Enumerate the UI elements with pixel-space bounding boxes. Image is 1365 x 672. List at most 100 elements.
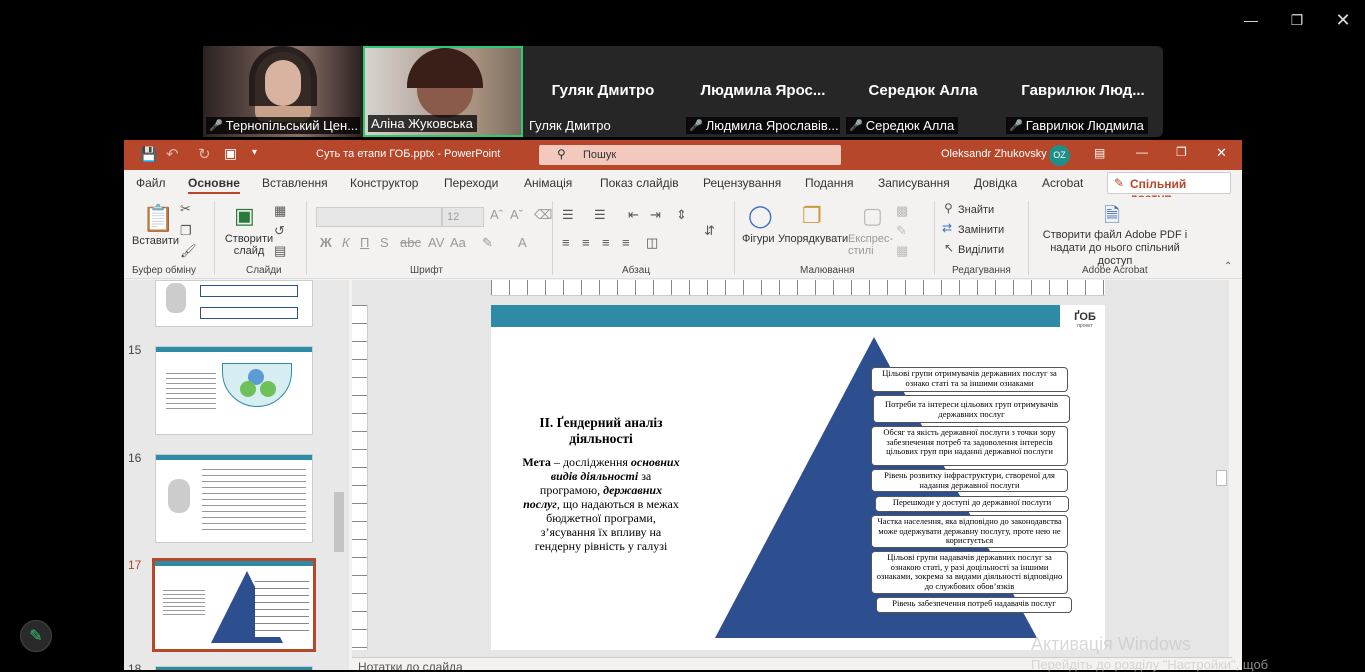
arrange-icon[interactable]: ❐ <box>802 203 822 229</box>
layout-icon[interactable]: ▦ <box>274 203 286 219</box>
outdent-icon[interactable]: ⇥ <box>650 207 661 223</box>
participant-tile[interactable]: Гуляк Дмитро Гуляк Дмитро <box>523 46 683 137</box>
tab-review[interactable]: Рецензування <box>703 176 781 190</box>
clear-format-icon[interactable]: ⌫ <box>534 207 552 223</box>
slide-thumbnail[interactable] <box>155 280 313 327</box>
ribbon-display-icon[interactable]: ▤ <box>1094 146 1105 160</box>
annotate-button[interactable]: ✎ <box>20 620 52 652</box>
tab-view[interactable]: Подання <box>805 176 853 190</box>
participant-tile[interactable]: Гаврилюк Люд... 🎤 Гаврилюк Людмила <box>1003 46 1163 137</box>
slide-thumbnail[interactable] <box>155 666 313 670</box>
case-icon[interactable]: Aa <box>450 235 466 250</box>
paste-button-label[interactable]: Вставити <box>132 235 179 247</box>
tab-design[interactable]: Конструктор <box>350 176 418 190</box>
new-slide-button-label[interactable]: Створити слайд <box>224 233 274 257</box>
close-button[interactable]: ✕ <box>1320 0 1365 40</box>
align-center-icon[interactable]: ≡ <box>582 235 590 250</box>
participant-tile[interactable]: Людмила Ярос... 🎤 Людмила Ярославів... <box>683 46 843 137</box>
collapse-ribbon-icon[interactable]: ⌃ <box>1224 261 1232 272</box>
tab-file[interactable]: Файл <box>136 176 166 190</box>
participant-tile-active[interactable]: Аліна Жуковська <box>363 46 523 137</box>
select-icon[interactable]: ↖ <box>944 241 954 255</box>
pyramid-level: Цільові групи отримувачів державних посл… <box>871 367 1068 392</box>
shape-effects-icon[interactable]: ▦ <box>896 243 908 259</box>
section-icon[interactable]: ▤ <box>274 243 286 259</box>
minimize-icon[interactable]: — <box>1136 145 1148 159</box>
align-right-icon[interactable]: ≡ <box>602 235 610 250</box>
italic-icon[interactable]: К <box>342 235 350 250</box>
participant-tile[interactable]: Середюк Алла 🎤 Середюк Алла <box>843 46 1003 137</box>
slide-thumbnail[interactable] <box>155 454 313 543</box>
tab-transitions[interactable]: Переходи <box>444 176 498 190</box>
quick-styles-icon[interactable]: ▢ <box>862 203 883 229</box>
scroll-thumb[interactable] <box>334 492 344 552</box>
cut-icon[interactable]: ✂ <box>180 201 191 217</box>
shadow-icon[interactable]: S <box>380 235 389 250</box>
columns-icon[interactable]: ◫ <box>646 235 658 251</box>
restore-icon[interactable]: ❐ <box>1176 145 1187 159</box>
tab-record[interactable]: Записування <box>878 176 950 190</box>
tab-help[interactable]: Довідка <box>974 176 1017 190</box>
tab-home[interactable]: Основне <box>188 176 240 194</box>
thumbs-scrollbar[interactable] <box>332 280 346 664</box>
minimize-button[interactable]: — <box>1228 0 1274 40</box>
new-slide-icon[interactable]: ▣ <box>234 203 255 229</box>
spacing-icon[interactable]: AV <box>428 235 444 250</box>
create-pdf-button[interactable]: Створити файл Adobe PDF і надати до ньог… <box>1034 229 1196 268</box>
divider <box>552 201 553 275</box>
bullets-icon[interactable]: ☰ <box>562 207 574 223</box>
shapes-icon[interactable]: ◯ <box>748 203 773 229</box>
paste-icon[interactable]: 📋 <box>142 203 174 234</box>
tab-animations[interactable]: Анімація <box>524 176 572 190</box>
grow-font-icon[interactable]: Aˆ <box>490 207 503 222</box>
format-painter-icon[interactable]: 🖌 <box>180 243 197 259</box>
scroll-thumb[interactable] <box>1216 470 1227 486</box>
redo-icon[interactable]: ↻ <box>198 145 211 163</box>
bold-icon[interactable]: Ж <box>320 235 332 250</box>
copy-icon[interactable]: ❐ <box>180 223 192 239</box>
underline-icon[interactable]: П <box>360 235 369 250</box>
numbering-icon[interactable]: ☰ <box>594 207 606 223</box>
maximize-button[interactable]: ❐ <box>1274 0 1320 40</box>
text-direction-icon[interactable]: ⇵ <box>704 223 715 239</box>
highlight-icon[interactable]: ✎ <box>482 235 493 251</box>
present-icon[interactable]: ▣ <box>224 145 237 162</box>
slide-thumbnail[interactable] <box>155 346 313 435</box>
replace-icon[interactable]: ⇄ <box>942 221 952 235</box>
reset-icon[interactable]: ↺ <box>274 223 285 239</box>
font-size-select[interactable]: 12 <box>442 207 484 227</box>
justify-icon[interactable]: ≡ <box>622 235 630 250</box>
undo-icon[interactable]: ↶ <box>166 145 179 163</box>
find-button[interactable]: Знайти <box>958 204 994 216</box>
indent-icon[interactable]: ⇤ <box>628 207 639 223</box>
strikethrough-icon[interactable]: abc <box>400 235 421 250</box>
slide-thumbnail-active[interactable] <box>152 558 316 652</box>
participant-tile[interactable]: 🎤 Тернопільський Цен... <box>203 46 363 137</box>
slide-number-active: 17 <box>128 558 142 572</box>
save-icon[interactable]: 💾 <box>140 146 157 163</box>
search-box[interactable]: ⚲ Пошук <box>539 145 841 165</box>
font-name-select[interactable] <box>316 207 442 227</box>
font-color-icon[interactable]: A <box>518 235 527 250</box>
close-icon[interactable]: ✕ <box>1216 145 1227 161</box>
line-spacing-icon[interactable]: ⇕ <box>676 207 687 223</box>
tab-slideshow[interactable]: Показ слайдів <box>600 176 679 190</box>
vertical-ruler <box>352 305 368 650</box>
vertical-scrollbar[interactable] <box>1214 280 1229 664</box>
customize-qat-icon[interactable]: ▾ <box>252 147 257 158</box>
shape-fill-icon[interactable]: ▩ <box>896 203 908 219</box>
find-icon[interactable]: ⚲ <box>944 201 953 215</box>
shapes-button-label[interactable]: Фігури <box>742 233 774 245</box>
arrange-button-label[interactable]: Упорядкувати <box>778 233 848 245</box>
tab-insert[interactable]: Вставлення <box>262 176 328 190</box>
shape-outline-icon[interactable]: ✎ <box>896 223 907 239</box>
slide[interactable]: ҐОБ проект II. Ґендерний аналіз діяльнос… <box>491 305 1105 650</box>
shrink-font-icon[interactable]: Aˇ <box>510 207 523 222</box>
avatar[interactable]: OZ <box>1049 145 1070 166</box>
replace-button[interactable]: Замінити <box>958 224 1004 236</box>
share-button[interactable]: ✎ Спільний доступ <box>1107 172 1231 205</box>
align-left-icon[interactable]: ≡ <box>562 235 570 250</box>
tab-acrobat[interactable]: Acrobat <box>1042 176 1083 190</box>
select-button[interactable]: Виділити <box>958 244 1004 256</box>
quick-styles-button-label[interactable]: Експрес-стилі <box>848 233 893 257</box>
